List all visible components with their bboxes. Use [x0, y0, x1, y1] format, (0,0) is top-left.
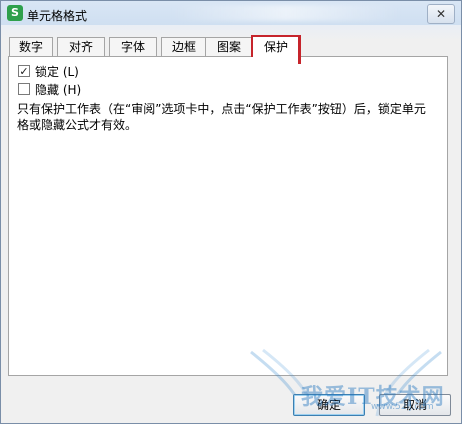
tab-border[interactable]: 边框	[161, 37, 207, 56]
dialog-title: 单元格格式	[27, 9, 88, 23]
protection-panel: ✓ 锁定 (L) 隐藏 (H) 只有保护工作表（在“审阅”选项卡中，点击“保护工…	[8, 56, 448, 376]
checkmark-icon: ✓	[19, 65, 29, 78]
format-cells-dialog: S 单元格格式 ✕ 数字 对齐 字体 边框 图案 保护 ✓ 锁定 (L) 隐藏 …	[0, 0, 462, 424]
close-button[interactable]: ✕	[427, 4, 455, 24]
highlight-marker	[298, 35, 301, 64]
locked-checkbox[interactable]: ✓	[18, 65, 30, 77]
hidden-label: 隐藏 (H)	[35, 82, 82, 97]
hidden-option[interactable]: 隐藏 (H)	[18, 81, 81, 97]
wps-spreadsheet-icon: S	[7, 5, 23, 21]
tab-patterns[interactable]: 图案	[205, 37, 253, 56]
tab-number[interactable]: 数字	[9, 37, 53, 56]
tab-protection[interactable]: 保护	[251, 35, 301, 57]
hidden-checkbox[interactable]	[18, 83, 30, 95]
locked-option[interactable]: ✓ 锁定 (L)	[18, 63, 79, 79]
watermark-url: www.52ij.com	[371, 402, 434, 412]
title-bar[interactable]: S 单元格格式 ✕	[1, 1, 461, 27]
protection-description: 只有保护工作表（在“审阅”选项卡中，点击“保护工作表”按钮）后，锁定单元格或隐藏…	[17, 102, 426, 132]
tab-font[interactable]: 字体	[109, 37, 157, 56]
locked-label: 锁定 (L)	[35, 64, 79, 79]
close-icon: ✕	[435, 7, 447, 21]
tab-alignment[interactable]: 对齐	[57, 37, 105, 56]
blurred-background-strip	[171, 5, 401, 21]
